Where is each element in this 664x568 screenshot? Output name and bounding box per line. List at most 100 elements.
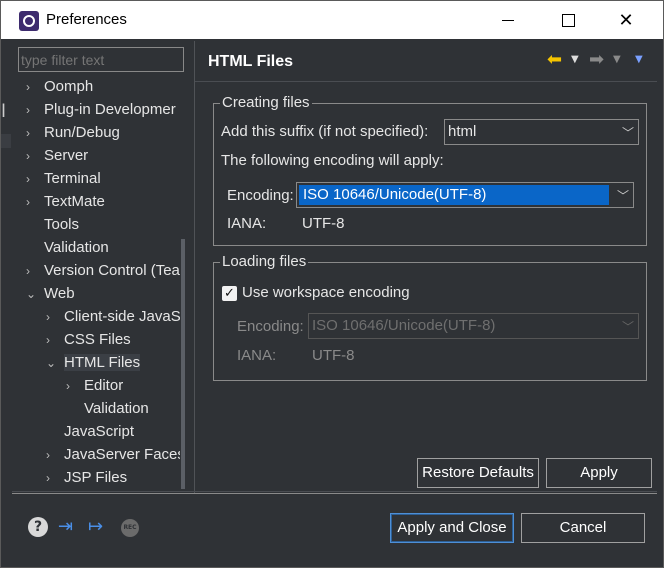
loading-iana-label: IANA: [237,347,277,364]
tree-item[interactable]: › TextMate [26,193,105,215]
export-icon[interactable]: ↦ [88,517,108,537]
expanded-chevron-icon[interactable]: ⌄ [26,287,44,301]
collapsed-chevron-icon[interactable]: › [26,126,44,140]
forward-dropdown-icon[interactable]: ▼ [613,54,621,65]
tree-item-label: HTML Files [64,354,141,371]
background-editor-fragment: l [1,101,7,122]
chevron-down-icon: ﹀ [616,189,629,203]
suffix-value: html [448,123,477,140]
collapsed-chevron-icon[interactable]: › [26,264,44,278]
view-menu-icon[interactable]: ▼ [635,54,643,65]
help-icon[interactable]: ? [28,517,48,537]
tree-item-label: Version Control (Tea [44,262,180,279]
footer-separator-dark [12,491,657,492]
tree-item[interactable]: › Oomph [26,78,93,100]
collapsed-chevron-icon[interactable]: › [26,195,44,209]
tree-item[interactable]: Tools [26,216,79,238]
chevron-down-icon: ﹀ [621,320,634,334]
tree-item[interactable]: › JSP Files [46,469,127,490]
header-separator [195,81,657,82]
tree-item[interactable]: › CSS Files [46,331,131,353]
tree-item[interactable]: › Server [26,147,88,169]
tree-item[interactable]: ⌄ Web [26,285,75,307]
collapsed-chevron-icon[interactable]: › [66,379,84,393]
loading-iana-value: UTF-8 [312,347,355,364]
collapsed-chevron-icon[interactable]: › [46,448,64,462]
maximize-button[interactable] [545,1,591,39]
loading-encoding-label: Encoding: [237,318,304,335]
background-editor-fragment-2 [1,134,11,148]
tree-item-label: TextMate [44,193,105,210]
tree-item[interactable]: JavaScript [46,423,134,445]
tree-item-label: Client-side JavaS [64,308,180,325]
tree-item-label: Tools [44,216,80,233]
tree-item-label: Run/Debug [44,124,120,141]
collapsed-chevron-icon[interactable]: › [26,103,44,117]
tree-item-label: Web [44,285,75,302]
tree-item-label: JSP Files [64,469,128,486]
back-arrow-icon[interactable]: ⬅ [547,49,562,70]
encoding-note: The following encoding will apply: [221,152,444,169]
creating-encoding-label: Encoding: [227,187,294,204]
tree-item[interactable]: › JavaServer Faces [46,446,180,468]
tree-scrollbar[interactable] [181,239,185,489]
collapsed-chevron-icon[interactable]: › [26,80,44,94]
expanded-chevron-icon[interactable]: ⌄ [46,356,64,370]
tree-item[interactable]: › Run/Debug [26,124,120,146]
tree-item[interactable]: Validation [66,400,149,422]
creating-encoding-combo[interactable]: ISO 10646/Unicode(UTF-8) ﹀ [296,182,634,208]
page-header: HTML Files ⬅ ▼ ➡ ▼ ▼ [195,41,657,81]
tree-item-label: CSS Files [64,331,131,348]
suffix-combo[interactable]: html ﹀ [444,119,639,145]
creating-iana-label: IANA: [227,215,267,232]
tree-item-label: Editor [84,377,124,394]
preferences-window: Preferences ✕ l ›Oomph›Plug-in Developme… [0,0,664,568]
cancel-button[interactable]: Cancel [521,513,645,543]
collapsed-chevron-icon[interactable]: › [46,310,64,324]
creating-encoding-value: ISO 10646/Unicode(UTF-8) [299,185,609,205]
filter-input[interactable] [18,47,184,72]
tree-item-label: Validation [44,239,109,256]
tree-item-label: JavaServer Faces [64,446,180,463]
collapsed-chevron-icon[interactable]: › [46,471,64,485]
eclipse-app-icon [19,11,39,31]
chevron-down-icon: ﹀ [621,126,634,140]
creating-files-legend: Creating files [220,94,312,111]
restore-defaults-button[interactable]: Restore Defaults [417,458,539,488]
tree-item[interactable]: ⌄ HTML Files [46,354,141,376]
footer-separator [12,493,657,494]
apply-button[interactable]: Apply [546,458,652,488]
suffix-label: Add this suffix (if not specified): [221,123,429,140]
record-icon[interactable]: REC [121,519,139,537]
tree-item-label: JavaScript [64,423,135,440]
tree-item-label: Plug-in Developmer [44,101,176,118]
workspace-encoding-checkbox[interactable]: ✓ [222,286,237,301]
tree-item-label: Server [44,147,89,164]
apply-and-close-button[interactable]: Apply and Close [390,513,514,543]
title-bar: Preferences ✕ [1,1,663,39]
minimize-button[interactable] [485,1,531,39]
sash[interactable] [194,41,195,493]
workspace-encoding-label[interactable]: Use workspace encoding [242,284,410,301]
tree-item[interactable]: › Terminal [26,170,101,192]
tree-item-label: Oomph [44,78,94,95]
tree-item[interactable]: › Editor [66,377,123,399]
collapsed-chevron-icon[interactable]: › [26,172,44,186]
creating-iana-value: UTF-8 [302,215,345,232]
tree-item[interactable]: › Client-side JavaS [46,308,180,330]
window-title: Preferences [46,11,127,28]
tree-item-label: Terminal [44,170,101,187]
close-icon: ✕ [618,9,634,31]
back-dropdown-icon[interactable]: ▼ [571,54,579,65]
loading-encoding-combo: ISO 10646/Unicode(UTF-8) ﹀ [308,313,639,339]
tree-item[interactable]: › Plug-in Developmer [26,101,176,123]
tree-item[interactable]: › Version Control (Tea [26,262,180,284]
close-button[interactable]: ✕ [603,1,649,39]
import-icon[interactable]: ⇥ [58,517,78,537]
collapsed-chevron-icon[interactable]: › [26,149,44,163]
loading-encoding-value: ISO 10646/Unicode(UTF-8) [312,317,496,334]
preference-tree-panel: ›Oomph›Plug-in Developmer›Run/Debug›Serv… [12,41,188,493]
tree-item[interactable]: Validation [26,239,109,261]
forward-arrow-icon[interactable]: ➡ [589,49,604,70]
collapsed-chevron-icon[interactable]: › [46,333,64,347]
